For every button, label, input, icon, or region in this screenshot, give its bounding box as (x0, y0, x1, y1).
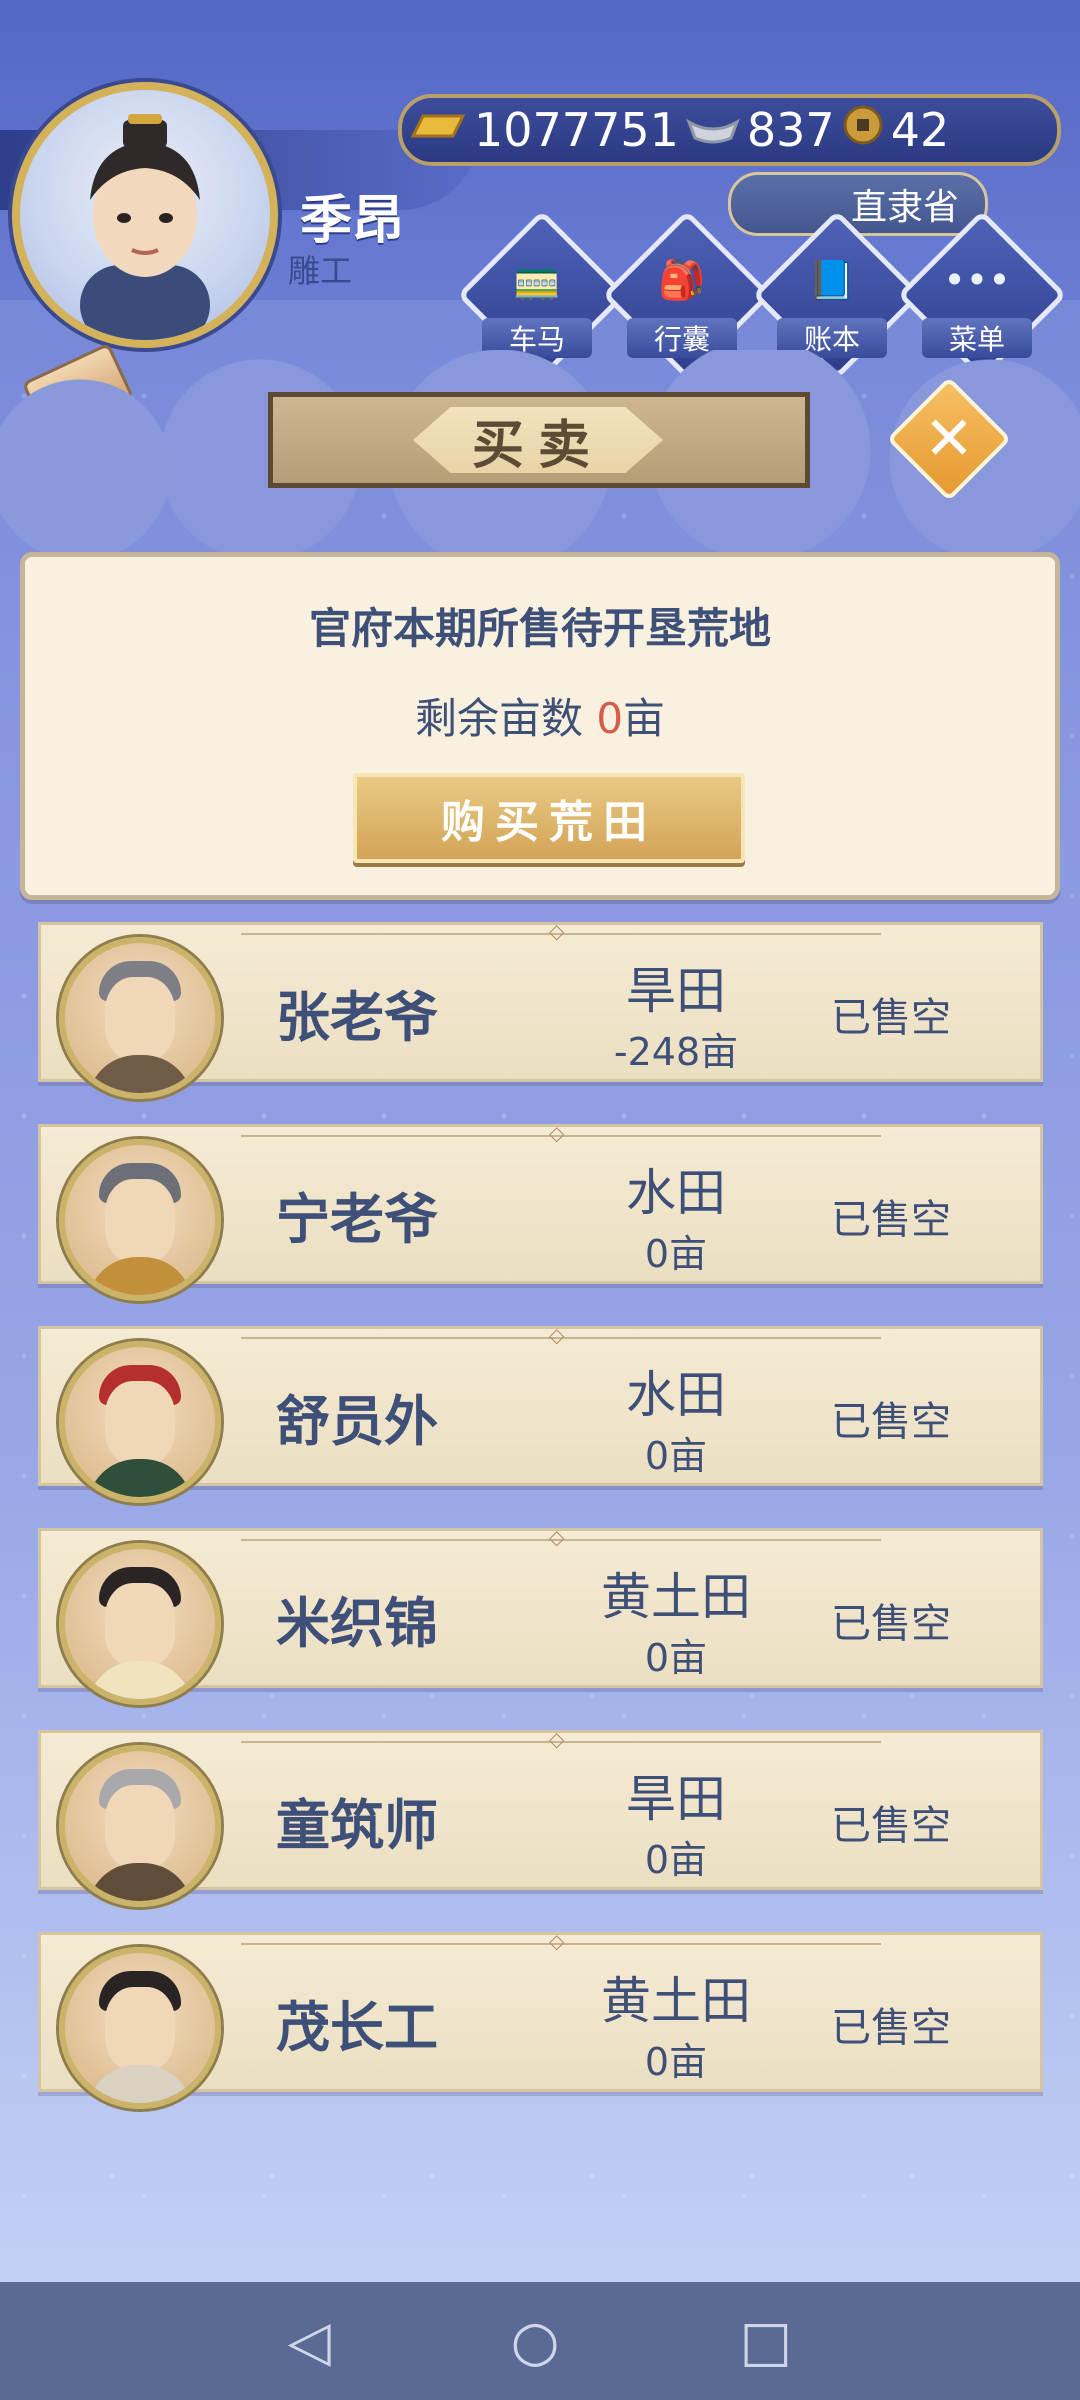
sold-out-status: 已售空 (831, 995, 951, 1041)
seller-avatar (59, 1341, 221, 1503)
land-type: 黄土田 (601, 1972, 751, 2030)
row-ornament (241, 1323, 881, 1347)
silver-ingot-icon (685, 103, 741, 157)
seller-name: 舒员外 (276, 1390, 438, 1453)
seller-name: 张老爷 (276, 986, 438, 1049)
back-icon[interactable]: ◁ (288, 2309, 331, 2374)
seller-name: 米织锦 (276, 1592, 438, 1655)
player-avatar[interactable] (12, 82, 278, 348)
row-ornament (241, 1525, 881, 1549)
gold-amount: 1077751 (474, 103, 679, 157)
row-ornament (241, 1727, 881, 1751)
seller-row[interactable]: 舒员外 水田 0亩 已售空 (38, 1323, 1043, 1503)
land-amount: 0亩 (644, 1838, 708, 1882)
land-amount: 0亩 (644, 2040, 708, 2084)
player-portrait-icon (80, 114, 210, 340)
close-icon: ✕ (923, 404, 975, 474)
province-name: 直隶省 (850, 187, 959, 228)
seller-row[interactable]: 童筑师 旱田 0亩 已售空 (38, 1727, 1043, 1907)
seller-avatar (59, 1543, 221, 1705)
remaining-acres-value: 0 (596, 694, 624, 743)
land-type: 水田 (626, 1366, 726, 1424)
home-icon[interactable]: ○ (511, 2309, 560, 2374)
seller-name: 童筑师 (276, 1794, 438, 1857)
seller-avatar (59, 1947, 221, 2109)
province-badge[interactable]: 直隶省 (728, 172, 988, 236)
seller-avatar (59, 1745, 221, 1907)
carriage-icon: 🚃 (513, 258, 561, 302)
land-type: 旱田 (626, 962, 726, 1020)
land-amount: 0亩 (644, 1636, 708, 1680)
land-type: 水田 (626, 1164, 726, 1222)
sold-out-status: 已售空 (831, 1601, 951, 1647)
seller-avatar (59, 1139, 221, 1301)
sold-out-status: 已售空 (831, 1803, 951, 1849)
coin-amount: 42 (890, 103, 950, 157)
row-ornament (241, 919, 881, 943)
land-type: 黄土田 (601, 1568, 751, 1626)
remaining-acres: 剩余亩数 0亩 (414, 694, 666, 743)
player-name: 季昂 (300, 191, 405, 251)
recent-apps-icon[interactable]: □ (740, 2309, 793, 2374)
ledger-icon: 📘 (808, 258, 856, 302)
currency-bar: 1077751 837 42 (398, 94, 1061, 166)
wasteland-notice-card: 官府本期所售待开垦荒地 剩余亩数 0亩 购买荒田 (20, 552, 1060, 900)
menu-icon: ••• (943, 258, 1011, 302)
notice-title: 官府本期所售待开垦荒地 (308, 604, 771, 653)
sold-out-status: 已售空 (831, 2005, 951, 2051)
panel-title: 买卖 (413, 407, 663, 473)
panel-title-banner: 买卖 (268, 392, 810, 488)
player-role: 雕工 (288, 252, 353, 290)
seller-avatar (59, 937, 221, 1099)
seller-row[interactable]: 茂长工 黄土田 0亩 已售空 (38, 1929, 1043, 2109)
seller-name: 茂长工 (276, 1996, 438, 2059)
land-amount: 0亩 (644, 1232, 708, 1276)
seller-name: 宁老爷 (276, 1188, 438, 1251)
gold-ingot-icon (408, 103, 468, 157)
sold-out-status: 已售空 (831, 1197, 951, 1243)
sold-out-status: 已售空 (831, 1399, 951, 1445)
land-amount: 0亩 (644, 1434, 708, 1478)
row-ornament (241, 1121, 881, 1145)
copper-coin-icon (841, 103, 885, 158)
row-ornament (241, 1929, 881, 1953)
seller-row[interactable]: 宁老爷 水田 0亩 已售空 (38, 1121, 1043, 1301)
bag-icon: 🎒 (658, 258, 706, 302)
seller-row[interactable]: 张老爷 旱田 -248亩 已售空 (38, 919, 1043, 1099)
land-type: 旱田 (626, 1770, 726, 1828)
seller-row[interactable]: 米织锦 黄土田 0亩 已售空 (38, 1525, 1043, 1705)
silver-amount: 837 (746, 103, 835, 157)
land-amount: -248亩 (613, 1030, 739, 1074)
buy-wasteland-button[interactable]: 购买荒田 (353, 773, 745, 863)
system-navigation-bar: ◁ ○ □ (0, 2282, 1080, 2400)
